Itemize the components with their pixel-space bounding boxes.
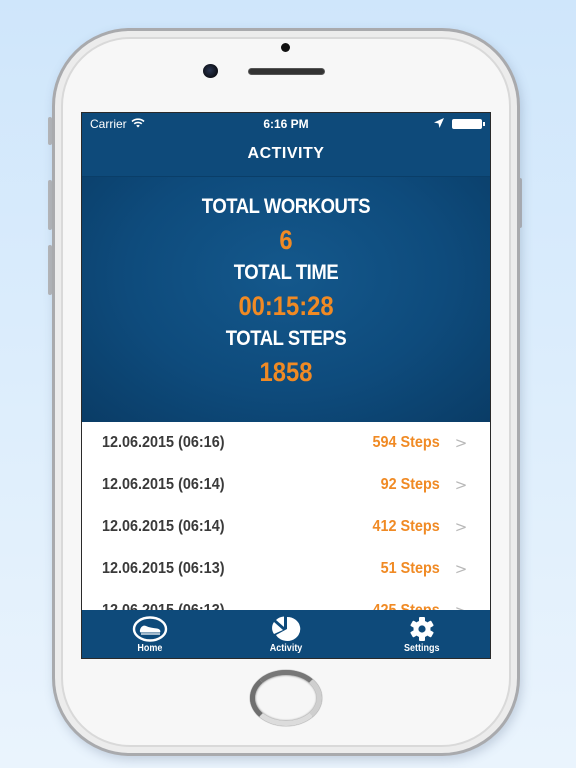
workout-row[interactable]: 12.06.2015 (06:14) 92 Steps > xyxy=(82,464,490,506)
total-workouts-value: 6 xyxy=(279,225,293,255)
total-workouts-label: TOTAL WORKOUTS xyxy=(201,195,371,218)
status-time: 6:16 PM xyxy=(263,117,309,131)
workout-row[interactable]: 12.06.2015 (06:16) 594 Steps > xyxy=(82,422,490,464)
tab-home-label: Home xyxy=(137,642,163,654)
home-button[interactable] xyxy=(250,670,322,726)
pie-chart-icon xyxy=(268,615,304,643)
workout-date: 12.06.2015 (06:14) xyxy=(102,476,225,493)
app-screen: Carrier 6:16 PM ACTIVITY TOTAL WORKOUTS … xyxy=(81,112,491,659)
tab-settings[interactable]: Settings xyxy=(354,610,490,658)
activity-summary: TOTAL WORKOUTS 6 TOTAL TIME 00:15:28 TOT… xyxy=(82,176,490,422)
workout-date: 12.06.2015 (06:14) xyxy=(102,518,225,535)
tab-activity[interactable]: Activity xyxy=(218,610,354,658)
workout-steps: 51 Steps xyxy=(380,560,440,577)
tab-activity-label: Activity xyxy=(269,642,303,654)
tab-bar: Home Activity Settings xyxy=(82,610,490,658)
status-bar: Carrier 6:16 PM xyxy=(82,113,490,135)
workout-steps: 594 Steps xyxy=(372,434,440,451)
total-steps-label: TOTAL STEPS xyxy=(225,327,347,350)
gear-icon xyxy=(408,615,436,643)
navigation-bar: Carrier 6:16 PM ACTIVITY xyxy=(82,113,490,176)
workout-row[interactable]: 12.06.2015 (06:14) 412 Steps > xyxy=(82,506,490,548)
workout-date: 12.06.2015 (06:16) xyxy=(102,434,225,451)
battery-icon xyxy=(452,119,485,129)
chevron-right-icon: > xyxy=(454,560,468,578)
proximity-sensor xyxy=(281,43,290,52)
chevron-right-icon: > xyxy=(454,518,468,536)
workout-steps: 92 Steps xyxy=(380,476,440,493)
front-camera xyxy=(203,64,218,78)
chevron-right-icon: > xyxy=(454,434,468,452)
total-time-label: TOTAL TIME xyxy=(233,261,339,284)
chevron-right-icon: > xyxy=(454,476,468,494)
page-title: ACTIVITY xyxy=(247,145,325,162)
location-arrow-icon xyxy=(434,117,444,131)
workout-row[interactable]: 12.06.2015 (06:13) 51 Steps > xyxy=(82,548,490,590)
tab-settings-label: Settings xyxy=(404,642,440,654)
workout-list[interactable]: 12.06.2015 (06:16) 594 Steps > 12.06.201… xyxy=(82,422,490,632)
workout-date: 12.06.2015 (06:13) xyxy=(102,560,225,577)
shoe-icon xyxy=(132,615,168,643)
tab-home[interactable]: Home xyxy=(82,610,218,658)
workout-steps: 412 Steps xyxy=(372,518,440,535)
total-time-value: 00:15:28 xyxy=(238,291,334,321)
earpiece-speaker xyxy=(248,68,325,75)
total-steps-value: 1858 xyxy=(259,357,313,387)
